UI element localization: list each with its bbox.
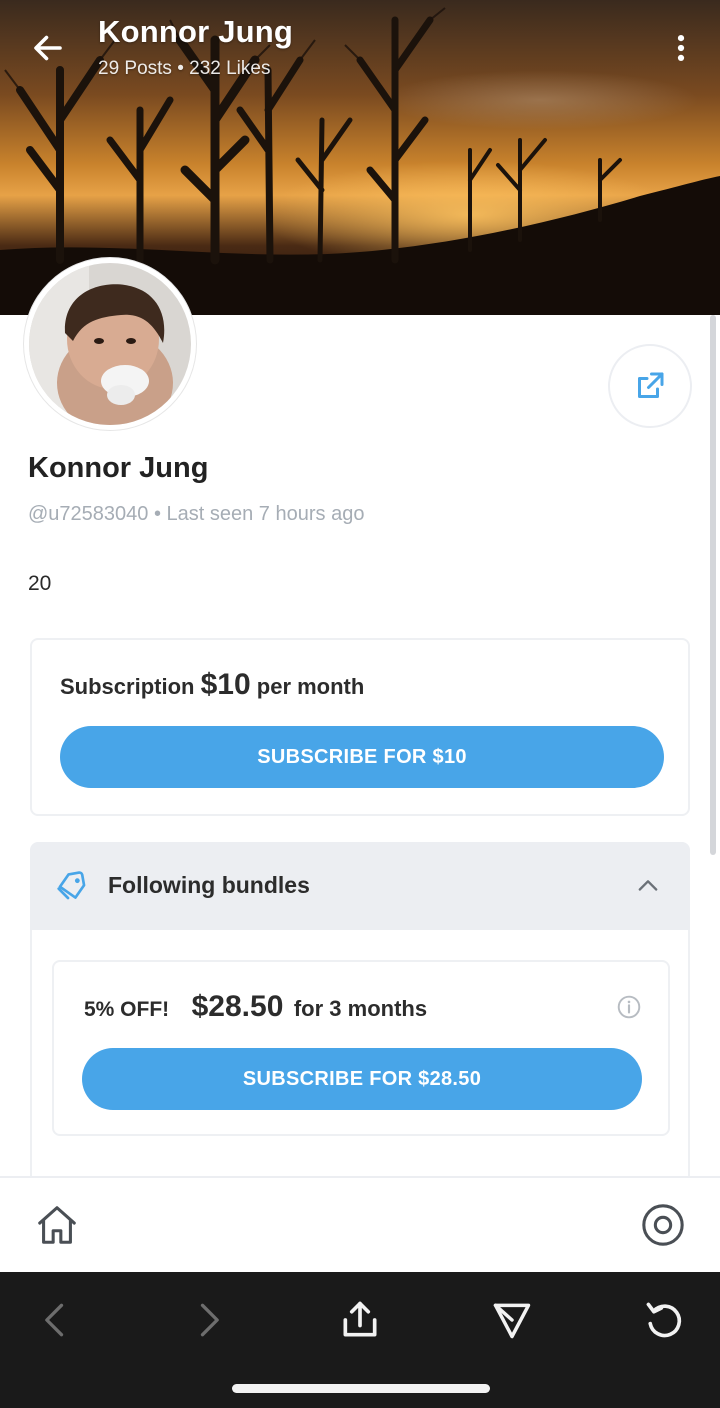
- share-button[interactable]: [608, 344, 692, 428]
- profile-handle-last-seen: @u72583040 • Last seen 7 hours ago: [28, 503, 365, 525]
- bundles-title: Following bundles: [108, 872, 310, 898]
- more-vertical-icon[interactable]: [664, 28, 698, 68]
- subscribe-button[interactable]: SUBSCRIBE FOR $10: [60, 726, 664, 788]
- profile-name: Konnor Jung: [28, 452, 209, 484]
- send-icon[interactable]: [490, 1298, 534, 1342]
- subscription-price-line: Subscription $10 per month: [60, 668, 364, 702]
- subscription-card: Subscription $10 per month SUBSCRIBE FOR…: [30, 638, 690, 816]
- arrow-left-icon[interactable]: [30, 30, 66, 66]
- subscription-period: per month: [256, 674, 365, 699]
- top-bar: Konnor Jung 29 Posts • 232 Likes: [0, 0, 720, 100]
- subscribe-bundle-button[interactable]: SUBSCRIBE FOR $28.50: [82, 1048, 642, 1110]
- avatar-photo: [29, 263, 191, 425]
- browser-toolbar: [0, 1272, 720, 1408]
- chevron-right-icon[interactable]: [186, 1298, 230, 1342]
- bundle-price: $28.50: [191, 990, 284, 1023]
- profile-bio: 20: [28, 572, 52, 595]
- header-name: Konnor Jung: [98, 14, 294, 49]
- bundle-discount: 5% OFF!: [84, 998, 170, 1021]
- bundle-card: 5% OFF! $28.50 for 3 months SUBSCRIBE FO…: [52, 960, 670, 1136]
- header-stats: 29 Posts • 232 Likes: [98, 58, 271, 79]
- subscription-label: Subscription: [60, 674, 195, 699]
- profile-icon[interactable]: [640, 1202, 686, 1248]
- bundle-period: for 3 months: [293, 996, 428, 1021]
- info-icon[interactable]: [616, 994, 642, 1020]
- bundles-list: 5% OFF! $28.50 for 3 months SUBSCRIBE FO…: [30, 930, 690, 1182]
- chevron-up-icon[interactable]: [634, 872, 662, 900]
- subscription-price: $10: [200, 668, 251, 701]
- chevron-left-icon[interactable]: [34, 1298, 78, 1342]
- home-indicator[interactable]: [232, 1384, 490, 1393]
- tag-icon: [57, 871, 86, 900]
- bundles-section: Following bundles 5% OFF! $28.50 for 3 m…: [30, 842, 690, 1182]
- share-icon: [638, 372, 664, 398]
- scrollbar[interactable]: [710, 315, 716, 855]
- upload-icon[interactable]: [338, 1298, 382, 1342]
- bundle-price-line: 5% OFF! $28.50 for 3 months: [84, 990, 427, 1024]
- bundles-header[interactable]: Following bundles: [30, 842, 690, 930]
- home-icon[interactable]: [34, 1202, 80, 1248]
- bottom-navigation: [0, 1176, 720, 1272]
- avatar[interactable]: [24, 258, 196, 430]
- reload-icon[interactable]: [642, 1298, 686, 1342]
